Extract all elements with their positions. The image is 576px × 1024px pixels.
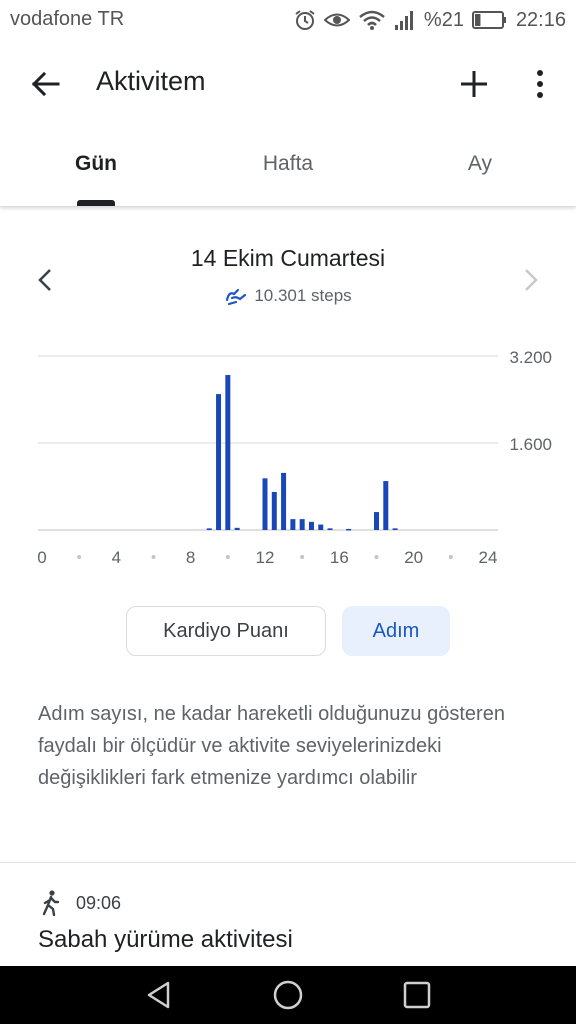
tab-week[interactable]: Hafta bbox=[240, 152, 336, 176]
x-minor-tick-dot bbox=[300, 555, 305, 559]
period-tabs: Gün Hafta Ay bbox=[0, 128, 576, 207]
steps-toggle[interactable]: Adım bbox=[342, 606, 450, 656]
chart-bar bbox=[327, 528, 333, 530]
chart-bar bbox=[206, 528, 212, 530]
x-minor-tick-dot bbox=[77, 555, 82, 559]
back-triangle-icon bbox=[147, 981, 170, 1009]
y-tick-label: 1.600 bbox=[509, 435, 552, 454]
steps-chart: 1.600 3.200 0 4 8 12 16 20 24 bbox=[37, 348, 552, 567]
nav-back-button[interactable] bbox=[144, 980, 174, 1010]
add-button[interactable] bbox=[454, 64, 494, 104]
y-tick-label: 3.200 bbox=[509, 348, 552, 367]
battery-icon bbox=[471, 11, 506, 29]
walking-icon bbox=[42, 890, 60, 916]
x-tick-label: 12 bbox=[256, 548, 275, 567]
status-bar: vodafone TR %21 22:16 bbox=[0, 0, 576, 40]
more-options-button[interactable] bbox=[524, 64, 556, 104]
clock: 22:16 bbox=[515, 8, 566, 31]
x-tick-label: 8 bbox=[186, 548, 195, 567]
page-title: Aktivitem bbox=[96, 66, 206, 96]
battery-percent: %21 bbox=[423, 8, 464, 31]
chart-bar bbox=[216, 394, 222, 530]
divider bbox=[0, 862, 576, 863]
arrow-back-icon bbox=[31, 71, 60, 97]
chart-bar bbox=[290, 519, 296, 530]
activity-time-row[interactable]: 09:06 bbox=[40, 890, 121, 916]
cardio-points-toggle[interactable]: Kardiyo Puanı bbox=[126, 606, 326, 656]
chart-bar bbox=[262, 478, 268, 530]
x-tick-label: 24 bbox=[479, 548, 498, 567]
steps-description: Adım sayısı, ne kadar hareketli olduğunu… bbox=[38, 703, 505, 789]
system-nav-bar bbox=[0, 966, 576, 1024]
chart-bar bbox=[225, 375, 231, 530]
x-minor-tick-dot bbox=[448, 555, 453, 559]
active-tab-indicator bbox=[77, 200, 115, 206]
chart-bar bbox=[234, 527, 240, 530]
chart-bar bbox=[271, 491, 277, 530]
x-minor-tick-dot bbox=[151, 555, 156, 559]
chart-bar bbox=[318, 524, 324, 530]
alarm-icon bbox=[295, 10, 315, 30]
steps-count: 10.301 steps bbox=[254, 286, 352, 305]
home-circle-icon bbox=[273, 980, 303, 1010]
date-header: 14 Ekim Cumartesi 10.301 steps bbox=[0, 245, 576, 306]
steps-summary: 10.301 steps bbox=[0, 286, 576, 306]
x-minor-tick-dot bbox=[374, 555, 379, 559]
nav-home-button[interactable] bbox=[273, 980, 303, 1010]
recents-square-icon bbox=[403, 981, 431, 1009]
plus-icon bbox=[461, 71, 487, 97]
x-tick-label: 20 bbox=[404, 548, 423, 567]
x-minor-tick-dot bbox=[225, 555, 230, 559]
nav-recents-button[interactable] bbox=[402, 980, 432, 1010]
activity-title[interactable]: Sabah yürüme aktivitesi bbox=[38, 926, 293, 954]
x-tick-label: 0 bbox=[37, 548, 46, 567]
chart-bar bbox=[299, 519, 305, 530]
chevron-right-icon bbox=[525, 269, 538, 291]
x-tick-label: 16 bbox=[330, 548, 349, 567]
chart-bar bbox=[392, 528, 398, 530]
chart-bar bbox=[346, 528, 352, 531]
steps-icon bbox=[226, 288, 247, 306]
chart-bar bbox=[308, 521, 314, 530]
activity-time: 09:06 bbox=[76, 892, 122, 913]
back-button[interactable] bbox=[26, 64, 66, 104]
carrier-name: vodafone TR bbox=[10, 8, 125, 30]
date-label: 14 Ekim Cumartesi bbox=[190, 245, 386, 271]
app-bar: Aktivitem bbox=[0, 40, 576, 128]
chart-bar bbox=[281, 472, 287, 530]
tab-day[interactable]: Gün bbox=[64, 152, 128, 176]
chart-bar bbox=[374, 512, 379, 530]
chart-bar bbox=[383, 481, 389, 530]
signal-icon bbox=[394, 11, 413, 30]
more-vert-icon bbox=[537, 70, 543, 98]
wifi-icon bbox=[359, 10, 385, 30]
tab-month[interactable]: Ay bbox=[450, 152, 510, 176]
x-tick-label: 4 bbox=[112, 548, 121, 567]
eye-icon bbox=[323, 13, 350, 27]
status-icons: %21 22:16 bbox=[294, 6, 566, 34]
next-day-button[interactable] bbox=[516, 262, 546, 298]
